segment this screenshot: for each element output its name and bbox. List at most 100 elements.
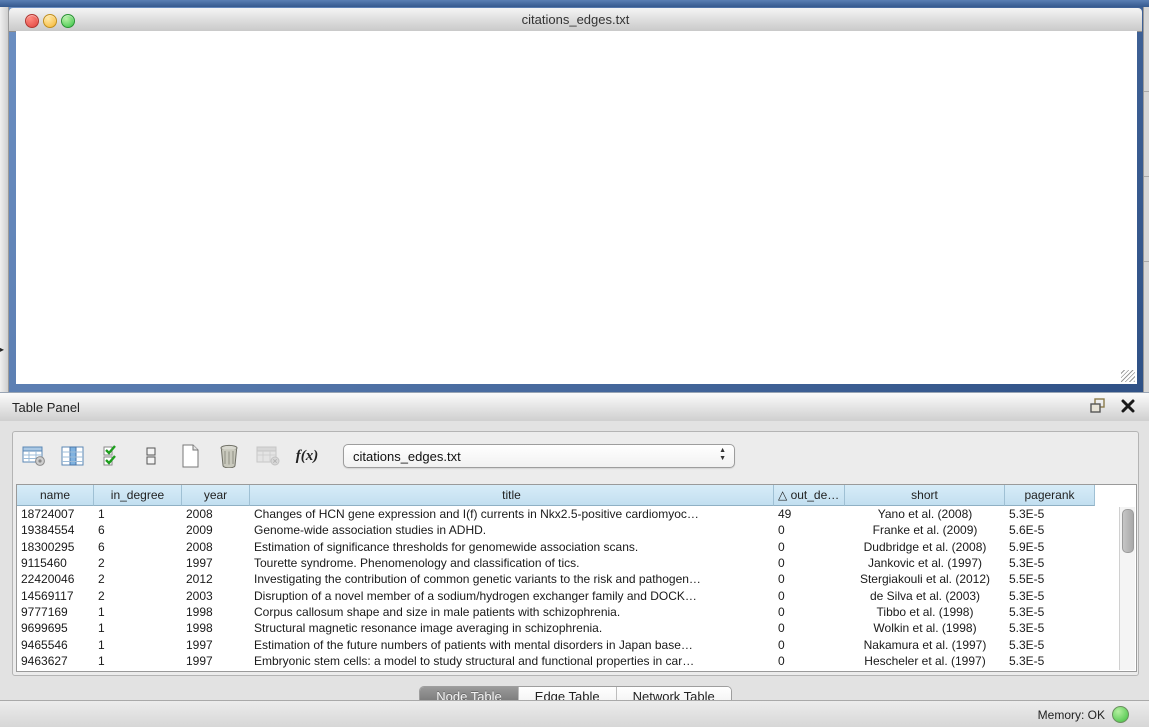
node-table-panel: f(x) citations_edges.txt ▲▼ namein_degre… xyxy=(12,431,1139,676)
table-cell: Estimation of significance thresholds fo… xyxy=(250,540,774,554)
table-header-row: namein_degreeyeartitle△ out_de…shortpage… xyxy=(17,485,1095,506)
table-row[interactable]: 1938455462009Genome-wide association stu… xyxy=(17,522,1136,538)
table-cell: Changes of HCN gene expression and I(f) … xyxy=(250,507,774,521)
table-cell: Hescheler et al. (1997) xyxy=(845,654,1005,668)
table-cell: 18724007 xyxy=(17,507,94,521)
table-cell: Nakamura et al. (1997) xyxy=(845,638,1005,652)
application-window: citations_edges.txt ▸ Table Pan xyxy=(0,0,1149,727)
table-cell: 5.3E-5 xyxy=(1005,507,1095,521)
table-row[interactable]: 1456911722003Disruption of a novel membe… xyxy=(17,587,1136,603)
table-cell: 6 xyxy=(94,523,182,537)
close-panel-icon[interactable] xyxy=(1121,399,1135,413)
table-cell: 5.3E-5 xyxy=(1005,654,1095,668)
table-cell: 5.6E-5 xyxy=(1005,523,1095,537)
table-cell: 2008 xyxy=(182,507,250,521)
table-cell: 2009 xyxy=(182,523,250,537)
node-table: namein_degreeyeartitle△ out_de…shortpage… xyxy=(16,484,1137,672)
table-cell: 1998 xyxy=(182,605,250,619)
table-cell: 6 xyxy=(94,540,182,554)
network-window: citations_edges.txt xyxy=(8,7,1143,392)
table-cell: Tibbo et al. (1998) xyxy=(845,605,1005,619)
table-cell: Jankovic et al. (1997) xyxy=(845,556,1005,570)
table-row[interactable]: 946362711997Embryonic stem cells: a mode… xyxy=(17,653,1136,669)
table-cell: 5.9E-5 xyxy=(1005,540,1095,554)
table-cell: 1 xyxy=(94,654,182,668)
table-cell: 9699695 xyxy=(17,621,94,635)
table-cell: 1 xyxy=(94,621,182,635)
table-cell: 0 xyxy=(774,556,845,570)
column-header-out_de[interactable]: △ out_de… xyxy=(774,485,845,506)
table-cell: 2 xyxy=(94,572,182,586)
table-cell: 1998 xyxy=(182,621,250,635)
table-cell: Structural magnetic resonance image aver… xyxy=(250,621,774,635)
new-document-button[interactable] xyxy=(177,443,203,469)
right-panel-collapsed-strip[interactable] xyxy=(1143,7,1149,392)
vertical-scrollbar[interactable] xyxy=(1119,507,1135,670)
table-rows: 18724007 1 2008Changes of HCN gene express… xyxy=(17,506,1136,671)
table-row[interactable]: 1872400712008Changes of HCN gene express… xyxy=(17,506,1136,522)
table-settings-button[interactable] xyxy=(21,443,47,469)
table-cell: Investigating the contribution of common… xyxy=(250,572,774,586)
table-row[interactable]: 977716911998Corpus callosum shape and si… xyxy=(17,604,1136,620)
network-window-title: citations_edges.txt xyxy=(9,12,1142,27)
table-row[interactable]: 969969511998Structural magnetic resonanc… xyxy=(17,620,1136,636)
table-cell: 1997 xyxy=(182,654,250,668)
table-cell: 0 xyxy=(774,523,845,537)
table-cell: 5.3E-5 xyxy=(1005,621,1095,635)
column-edit-button[interactable] xyxy=(60,443,86,469)
network-canvas[interactable] xyxy=(16,31,1137,384)
table-cell: 0 xyxy=(774,540,845,554)
memory-ok-indicator-icon xyxy=(1112,706,1129,723)
table-cell: Dudbridge et al. (2008) xyxy=(845,540,1005,554)
left-panel-collapsed-strip[interactable]: ▸ xyxy=(0,7,9,392)
citation-network-graph[interactable] xyxy=(16,31,1137,384)
table-select-value: citations_edges.txt xyxy=(353,449,461,464)
table-cell: Estimation of the future numbers of pati… xyxy=(250,638,774,652)
resize-grip[interactable] xyxy=(1121,370,1135,382)
table-cell: de Silva et al. (2003) xyxy=(845,589,1005,603)
column-header-pagerank[interactable]: pagerank xyxy=(1005,485,1095,506)
table-cell: 2012 xyxy=(182,572,250,586)
table-row[interactable]: 946554611997Estimation of the future num… xyxy=(17,636,1136,652)
table-cell: 1 xyxy=(94,605,182,619)
table-cell: 1997 xyxy=(182,638,250,652)
column-header-year[interactable]: year xyxy=(182,485,250,506)
table-row[interactable]: 2242004622012Investigating the contribut… xyxy=(17,571,1136,587)
table-cell: 22420046 xyxy=(17,572,94,586)
table-cell: 2003 xyxy=(182,589,250,603)
table-cell: 5.3E-5 xyxy=(1005,556,1095,570)
table-row[interactable]: 911546021997Tourette syndrome. Phenomeno… xyxy=(17,555,1136,571)
table-cell: 9465546 xyxy=(17,638,94,652)
column-header-short[interactable]: short xyxy=(845,485,1005,506)
table-cell: 5.3E-5 xyxy=(1005,589,1095,603)
table-cell: Franke et al. (2009) xyxy=(845,523,1005,537)
expand-panel-arrow-icon[interactable]: ▸ xyxy=(0,345,4,354)
column-header-name[interactable]: name xyxy=(17,485,94,506)
column-header-in_degree[interactable]: in_degree xyxy=(94,485,182,506)
desktop-frame-strip xyxy=(0,0,1149,7)
scrollbar-thumb[interactable] xyxy=(1122,509,1134,553)
table-row[interactable]: 1830029562008Estimation of significance … xyxy=(17,539,1136,555)
table-panel-header: Table Panel xyxy=(0,392,1149,422)
table-cell: 14569117 xyxy=(17,589,94,603)
table-cell: 0 xyxy=(774,654,845,668)
network-window-titlebar[interactable]: citations_edges.txt xyxy=(9,8,1142,32)
table-cell: 2 xyxy=(94,556,182,570)
rows-button[interactable] xyxy=(138,443,164,469)
table-cell: 9463627 xyxy=(17,654,94,668)
table-cell: 2 xyxy=(94,589,182,603)
table-cell: 0 xyxy=(774,572,845,586)
table-select-dropdown[interactable]: citations_edges.txt ▲▼ xyxy=(343,444,735,468)
float-panel-icon[interactable] xyxy=(1090,398,1107,414)
function-builder-button[interactable]: f(x) xyxy=(294,443,320,469)
table-cell: 9115460 xyxy=(17,556,94,570)
table-cell: Stergiakouli et al. (2012) xyxy=(845,572,1005,586)
delete-button[interactable] xyxy=(216,443,242,469)
table-cell: 0 xyxy=(774,621,845,635)
table-cell: 18300295 xyxy=(17,540,94,554)
table-cell: 9777169 xyxy=(17,605,94,619)
row-select-button[interactable] xyxy=(99,443,125,469)
table-cell: 5.3E-5 xyxy=(1005,638,1095,652)
table-panel-title: Table Panel xyxy=(12,400,80,415)
column-header-title[interactable]: title xyxy=(250,485,774,506)
